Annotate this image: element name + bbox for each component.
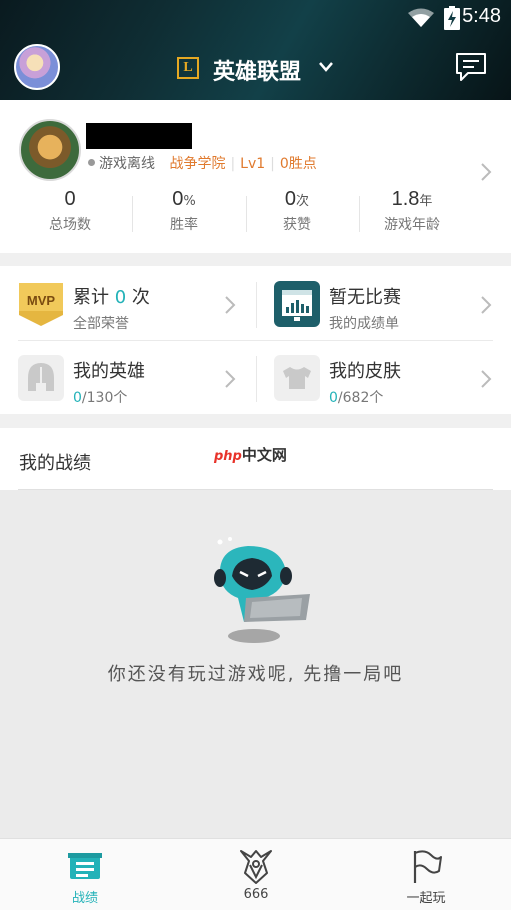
- points-tag: 0胜点: [279, 156, 317, 172]
- status-bar: 5:48: [0, 0, 511, 34]
- record-icon: [68, 853, 102, 879]
- bottom-nav: 战绩 666 一起玩: [0, 838, 511, 910]
- message-icon[interactable]: [454, 51, 488, 83]
- records-empty-state: 你还没有玩过游戏呢, 先撸一局吧: [0, 490, 511, 838]
- mascot-laptop-illustration: [214, 537, 310, 643]
- heroes-title: 我的英雄: [73, 361, 145, 382]
- wifi-icon: [408, 8, 434, 27]
- records-header: 我的战绩 php中文网: [0, 428, 511, 490]
- honors-heroes-cell[interactable]: 我的英雄 0/130个: [0, 343, 240, 413]
- nav-tab-records[interactable]: 战绩: [0, 839, 170, 910]
- nav-tab-play-together[interactable]: 一起玩: [341, 839, 511, 910]
- chevron-right-icon: [481, 296, 492, 314]
- honors-panel: MVP 累计 0 次 全部荣誉 暂无比赛 我的成绩单 我的英雄 0/130个 我…: [0, 266, 511, 414]
- stat-game-age: 1.8年 游戏年龄: [384, 188, 440, 233]
- chevron-right-icon: [481, 370, 492, 388]
- offline-dot-icon: [88, 159, 95, 166]
- game-title[interactable]: 英雄联盟: [213, 54, 301, 86]
- chevron-right-icon[interactable]: [480, 162, 492, 182]
- mvp-badge-icon: MVP: [19, 283, 63, 326]
- lol-logo-icon: L: [177, 57, 199, 79]
- empty-message: 你还没有玩过游戏呢, 先撸一局吧: [107, 664, 404, 685]
- lol-crest-icon: [240, 850, 272, 884]
- helmet-icon: [18, 355, 64, 401]
- status-time: 5:48: [462, 5, 501, 27]
- shirt-icon: [274, 355, 320, 401]
- online-status: 游戏离线: [99, 156, 155, 172]
- heroes-total: /130个: [81, 390, 128, 406]
- scorecard-icon: [274, 281, 320, 327]
- skins-owned: 0: [329, 390, 338, 406]
- chevron-down-icon[interactable]: [318, 60, 334, 74]
- mvp-subtitle: 全部荣誉: [73, 316, 129, 332]
- svg-text:MVP: MVP: [27, 293, 56, 308]
- honors-match-cell[interactable]: 暂无比赛 我的成绩单: [256, 269, 496, 339]
- level-tag: Lv1: [240, 156, 266, 172]
- user-avatar[interactable]: [14, 44, 60, 90]
- stat-likes: 0次 获赞: [283, 188, 311, 233]
- redacted-username: [86, 123, 192, 149]
- honors-skins-cell[interactable]: 我的皮肤 0/682个: [256, 343, 496, 413]
- stat-win-rate: 0% 胜率: [170, 188, 198, 233]
- chevron-right-icon: [225, 296, 236, 314]
- profile-status-line: 游戏离线 战争学院 | Lv1 | 0胜点: [88, 153, 317, 173]
- match-title: 暂无比赛: [329, 287, 401, 308]
- flag-icon: [413, 850, 442, 883]
- skins-total: /682个: [337, 390, 384, 406]
- skins-title: 我的皮肤: [329, 361, 401, 382]
- records-title: 我的战绩: [19, 453, 91, 474]
- chevron-right-icon: [225, 370, 236, 388]
- nav-tab-666[interactable]: 666: [171, 839, 341, 910]
- profile-card[interactable]: 游戏离线 战争学院 | Lv1 | 0胜点 0 总场数 0% 胜率 0次 获赞 1.8年…: [0, 100, 511, 253]
- mvp-prefix: 累计: [73, 287, 109, 308]
- profile-avatar[interactable]: [19, 119, 81, 181]
- app-header: 5:48 L 英雄联盟: [0, 0, 511, 100]
- mvp-suffix: 次: [131, 287, 150, 308]
- match-subtitle: 我的成绩单: [329, 316, 399, 332]
- honors-mvp-cell[interactable]: MVP 累计 0 次 全部荣誉: [0, 269, 240, 339]
- server-tag: 战争学院: [169, 156, 226, 172]
- heroes-owned: 0: [73, 390, 82, 406]
- watermark: php中文网: [214, 446, 287, 464]
- mvp-count: 0: [114, 287, 127, 308]
- battery-charging-icon: [444, 6, 460, 30]
- stat-total-games: 0 总场数: [49, 188, 91, 233]
